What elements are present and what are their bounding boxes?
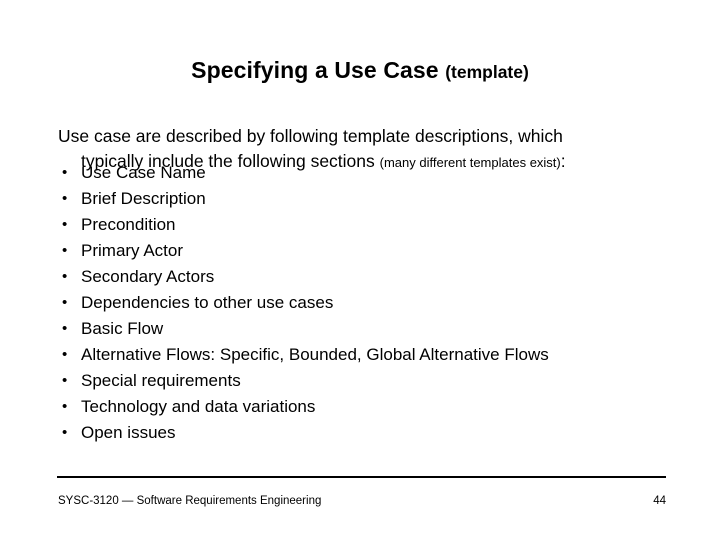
- bullet-icon: •: [62, 346, 68, 363]
- list-item-label: Brief Description: [81, 189, 206, 208]
- lead-paragraph-line-1: Use case are described by following temp…: [58, 125, 563, 146]
- bullet-icon: •: [62, 320, 68, 337]
- list-item: • Primary Actor: [59, 238, 679, 264]
- list-item-label: Technology and data variations: [81, 397, 316, 416]
- bullet-icon: •: [62, 164, 68, 181]
- bullet-icon: •: [62, 268, 68, 285]
- list-item-label: Primary Actor: [81, 241, 184, 260]
- list-item-label: Special requirements: [81, 371, 241, 390]
- list-item: • Dependencies to other use cases: [59, 290, 679, 316]
- page-title: Specifying a Use Case (template): [0, 56, 720, 86]
- list-item-label: Secondary Actors: [81, 267, 215, 286]
- list-item: • Brief Description: [59, 186, 679, 212]
- page-title-qualifier: (template): [445, 62, 529, 83]
- list-item: • Precondition: [59, 212, 679, 238]
- bullet-icon: •: [62, 424, 68, 441]
- list-item-label: Open issues: [81, 423, 176, 442]
- use-case-section-list: • Use Case Name • Brief Description • Pr…: [59, 160, 679, 446]
- list-item-label: Basic Flow: [81, 319, 164, 338]
- list-item: • Alternative Flows: Specific, Bounded, …: [59, 342, 679, 368]
- list-item: • Secondary Actors: [59, 264, 679, 290]
- list-item: • Use Case Name: [59, 160, 679, 186]
- slide-canvas: Specifying a Use Case (template) Use cas…: [0, 0, 720, 540]
- footer-divider: [57, 476, 666, 478]
- bullet-icon: •: [62, 242, 68, 259]
- bullet-icon: •: [62, 372, 68, 389]
- list-item: • Basic Flow: [59, 316, 679, 342]
- footer-course-label: SYSC-3120 — Software Requirements Engine…: [58, 495, 322, 507]
- page-number: 44: [653, 495, 666, 507]
- list-item: • Open issues: [59, 420, 679, 446]
- page-title-main: Specifying a Use Case: [191, 57, 446, 84]
- list-item-label: Use Case Name: [81, 163, 206, 182]
- list-item-label: Precondition: [81, 215, 176, 234]
- bullet-icon: •: [62, 190, 68, 207]
- list-item: • Technology and data variations: [59, 394, 679, 420]
- bullet-icon: •: [62, 216, 68, 233]
- list-item-label: Alternative Flows: Specific, Bounded, Gl…: [81, 345, 549, 364]
- bullet-icon: •: [62, 398, 68, 415]
- bullet-icon: •: [62, 294, 68, 311]
- list-item: • Special requirements: [59, 368, 679, 394]
- list-item-label: Dependencies to other use cases: [81, 293, 334, 312]
